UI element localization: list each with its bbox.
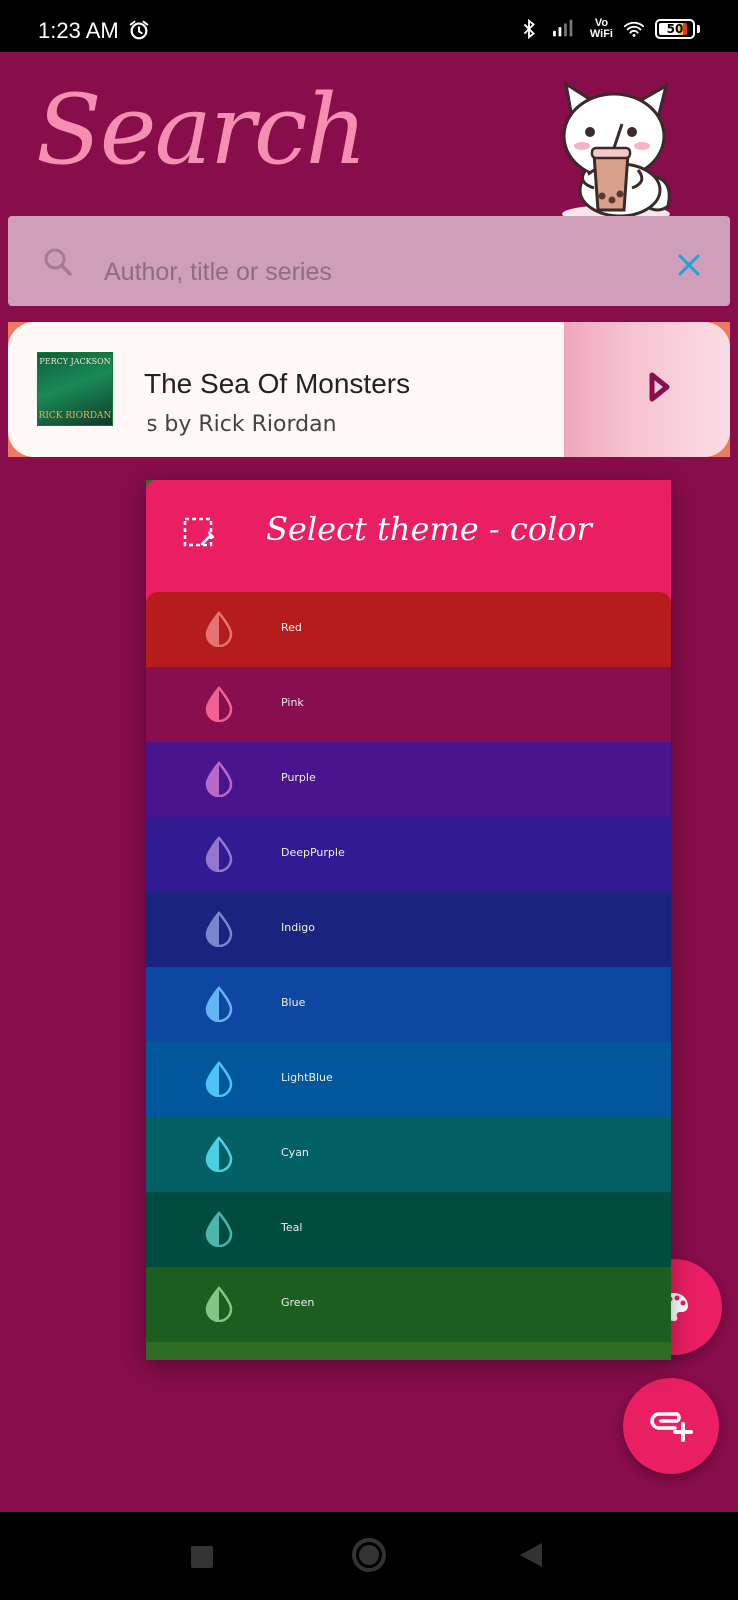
recents-button[interactable] [191, 1546, 213, 1568]
book-author-text: ns by Rick Riordan [148, 412, 337, 437]
drop-icon [205, 1061, 233, 1097]
color-label: Red [281, 621, 302, 634]
book-card-container: PERCY JACKSON RICK RIORDAN The Sea Of Mo… [8, 322, 730, 457]
status-bar: 1:23 AM Vo WiFi 50 [0, 0, 738, 52]
color-label: Cyan [281, 1146, 309, 1159]
color-option-blue[interactable]: Blue [146, 967, 671, 1042]
wifi-icon [623, 21, 645, 37]
color-option-indigo[interactable]: Indigo [146, 892, 671, 967]
color-option-red[interactable]: Red [146, 592, 671, 667]
color-option-purple[interactable]: Purple [146, 742, 671, 817]
color-list: Red Pink Purple DeepPurple Indigo Blue L… [146, 592, 671, 1342]
color-option-lightblue[interactable]: LightBlue [146, 1042, 671, 1117]
battery-level: 50 [666, 22, 684, 36]
back-button[interactable] [520, 1543, 542, 1567]
book-cover-series: PERCY JACKSON [39, 357, 111, 366]
play-arrow-icon [649, 372, 670, 402]
color-label: Blue [281, 996, 306, 1009]
add-link-icon [650, 1412, 693, 1442]
vowifi-indicator: Vo WiFi [590, 18, 613, 40]
cat-mascot-icon [562, 80, 671, 223]
color-option-cyan[interactable]: Cyan [146, 1117, 671, 1192]
drop-icon [205, 1286, 233, 1322]
drop-icon [205, 686, 233, 722]
color-label: DeepPurple [281, 846, 345, 859]
color-label: LightBlue [281, 1071, 333, 1084]
bluetooth-icon [523, 18, 535, 40]
drop-icon [205, 761, 233, 797]
color-option-pink[interactable]: Pink [146, 667, 671, 742]
open-book-button[interactable] [564, 322, 730, 457]
dialog-header: Select theme - color [146, 480, 671, 604]
book-author: ns by Rick Riordan [148, 412, 548, 437]
signal-icon [552, 19, 573, 37]
color-picker-icon [183, 517, 215, 547]
color-option-deeppurple[interactable]: DeepPurple [146, 817, 671, 892]
drop-icon [205, 836, 233, 872]
vowifi-wifi: WiFi [589, 28, 613, 40]
book-title: The Sea Of Monsters [144, 368, 411, 399]
book-cover-author: RICK RIORDAN [38, 411, 112, 421]
battery-cap [697, 25, 700, 33]
search-input[interactable] [104, 252, 664, 292]
add-book-button[interactable] [623, 1378, 719, 1474]
page-title: Search [36, 74, 367, 186]
theme-color-dialog: Select theme - color Red Pink Purple Dee… [146, 480, 671, 1360]
color-option-teal[interactable]: Teal [146, 1192, 671, 1267]
color-label: Pink [281, 696, 304, 709]
drop-icon [205, 911, 233, 947]
book-cover-image: PERCY JACKSON RICK RIORDAN [37, 352, 113, 426]
color-label: Teal [281, 1221, 303, 1234]
book-card[interactable]: PERCY JACKSON RICK RIORDAN The Sea Of Mo… [8, 322, 730, 457]
color-label: Purple [281, 771, 316, 784]
battery-icon: 50 [655, 19, 695, 39]
navigation-bar [0, 1512, 738, 1600]
search-icon [44, 248, 72, 276]
drop-icon [205, 1136, 233, 1172]
drop-icon [205, 611, 233, 647]
status-time: 1:23 AM [38, 18, 119, 43]
drop-icon [205, 1211, 233, 1247]
color-label: Indigo [281, 921, 315, 934]
home-button[interactable] [352, 1538, 386, 1572]
color-option-green[interactable]: Green [146, 1267, 671, 1342]
alarm-icon [129, 20, 149, 40]
search-bar[interactable] [8, 216, 730, 306]
color-label: Green [281, 1296, 315, 1309]
dialog-title: Select theme - color [266, 510, 592, 548]
drop-icon [205, 986, 233, 1022]
close-icon[interactable] [676, 252, 702, 278]
status-icons: Vo WiFi 50 [518, 16, 700, 42]
